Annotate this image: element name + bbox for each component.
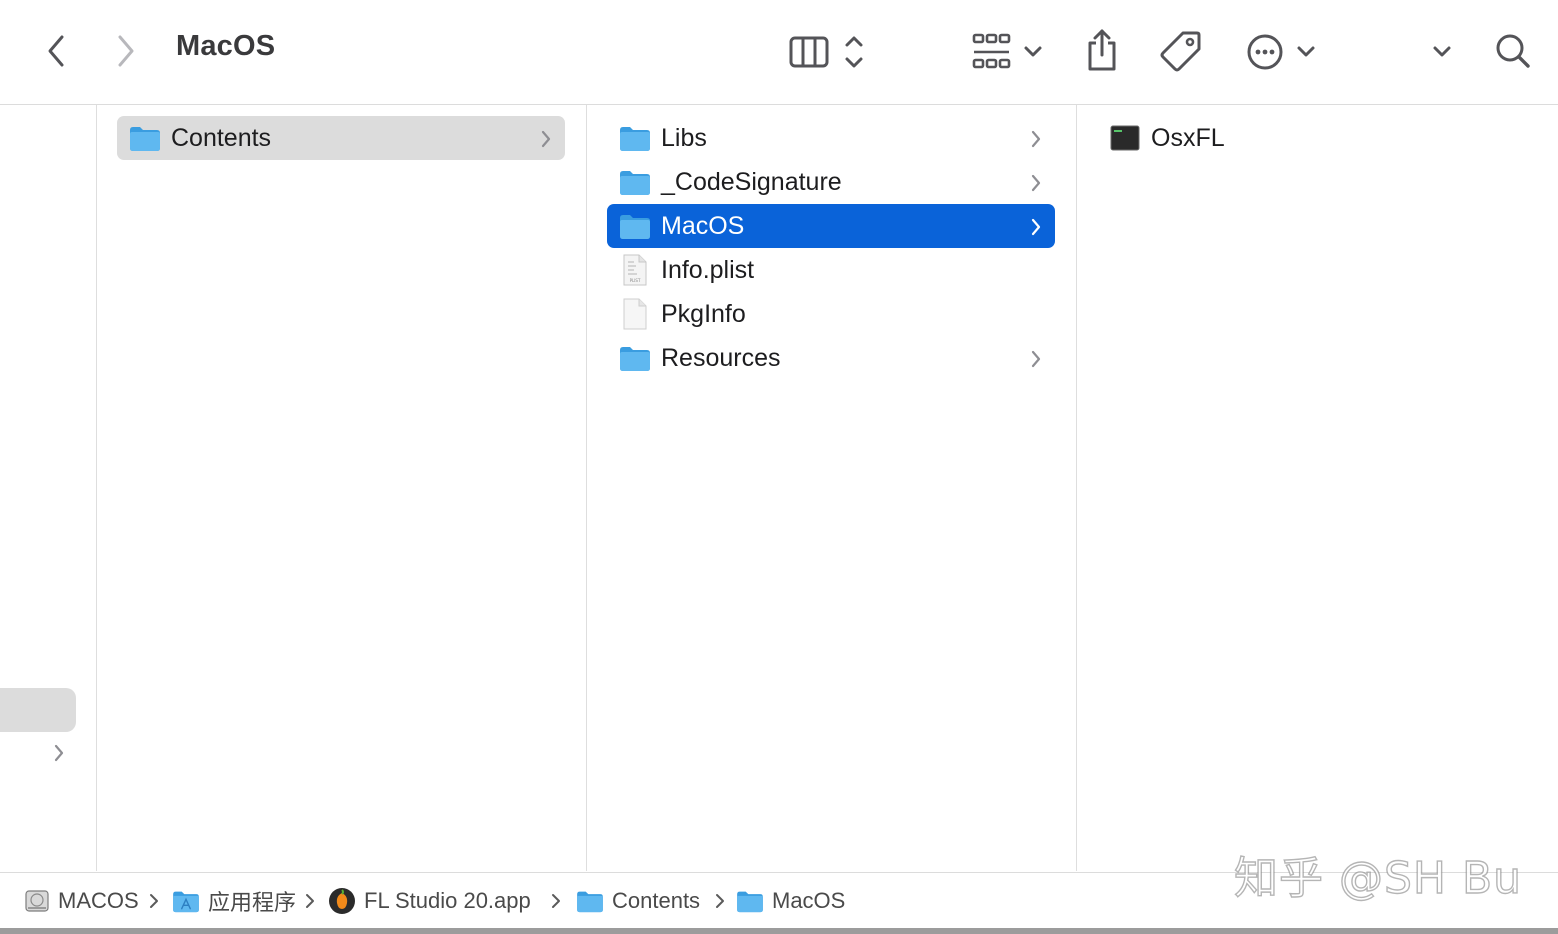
path-separator-icon: [714, 893, 726, 914]
chevron-right-icon: [1031, 350, 1041, 368]
tag-button[interactable]: [1158, 28, 1204, 74]
sidebar: [0, 105, 97, 871]
forward-button[interactable]: [110, 30, 142, 72]
col2-row[interactable]: PkgInfo: [607, 292, 1055, 336]
col2-row[interactable]: MacOS: [607, 204, 1055, 248]
path-item-label: MacOS: [772, 888, 846, 913]
row-label: _CodeSignature: [661, 168, 842, 196]
disclosure-chevron: [1029, 173, 1043, 198]
disclosure-chevron: [539, 129, 553, 154]
search-icon: [1496, 34, 1530, 68]
path-item[interactable]: MACOS: [24, 873, 139, 929]
search-button[interactable]: [1492, 30, 1534, 72]
col2-row[interactable]: _CodeSignature: [607, 160, 1055, 204]
path-item-icon: [172, 889, 200, 913]
path-item-icon: [736, 889, 764, 913]
tag-icon: [1160, 31, 1201, 72]
path-separator-icon: [550, 893, 562, 914]
grid-group-icon: [972, 33, 1042, 69]
watermark: 知乎 @SH Bu: [1233, 852, 1523, 904]
row-label: PkgInfo: [661, 300, 746, 328]
svg-text:PLIST: PLIST: [630, 278, 641, 283]
chevron-left-icon: [48, 35, 64, 67]
chevron-right-icon: [118, 35, 134, 67]
applications-folder-icon: [173, 891, 199, 913]
row-icon: [129, 123, 161, 153]
row-label: Resources: [661, 344, 781, 372]
column-view-icon: [789, 36, 863, 68]
row-label: Info.plist: [661, 256, 755, 284]
chevron-right-icon: [1031, 174, 1041, 192]
chevron-right-icon: [1031, 218, 1041, 236]
chevron-right-icon[interactable]: [52, 743, 66, 763]
row-icon: [619, 343, 651, 373]
col2-row[interactable]: Resources: [607, 336, 1055, 380]
path-item-label: 应用程序: [208, 890, 297, 915]
folder-icon: [620, 215, 650, 239]
row-icon: [619, 123, 651, 153]
folder-icon: [737, 891, 763, 913]
path-item-label: Contents: [612, 888, 701, 913]
toolbar-overflow-button[interactable]: [1426, 36, 1458, 68]
chevron-down-icon: [1433, 46, 1451, 57]
folder-icon: [577, 891, 603, 913]
window-title: MacOS: [176, 30, 276, 62]
col2-row[interactable]: Libs: [607, 116, 1055, 160]
row-label: Contents: [171, 124, 272, 152]
more-actions-button[interactable]: [1244, 30, 1320, 74]
folder-icon: [620, 347, 650, 371]
path-item[interactable]: 应用程序: [172, 873, 296, 929]
path-item[interactable]: FL Studio 20.app: [328, 873, 531, 929]
chevron-right-icon: [1031, 130, 1041, 148]
path-item-label: MACOS: [58, 888, 139, 913]
unix-executable-icon: [1110, 125, 1140, 151]
row-icon: [1109, 123, 1141, 153]
ellipsis-circle-icon: [1247, 34, 1315, 70]
path-separator-icon: [304, 893, 316, 914]
path-item[interactable]: MacOS: [736, 873, 845, 929]
column-3: OsxFL: [1077, 105, 1558, 871]
share-icon: [1088, 29, 1116, 71]
col2-row[interactable]: PLIST Info.plist: [607, 248, 1055, 292]
folder-icon: [620, 171, 650, 195]
disclosure-chevron: [1029, 349, 1043, 374]
view-mode-button[interactable]: [786, 30, 870, 74]
folder-icon: [130, 127, 160, 151]
path-item[interactable]: Contents: [576, 873, 700, 929]
plist-file-icon: PLIST: [623, 254, 647, 286]
col3-row[interactable]: OsxFL: [1097, 116, 1537, 160]
sidebar-selected-item[interactable]: [0, 688, 76, 732]
disclosure-chevron: [1029, 129, 1043, 154]
row-icon: [619, 298, 651, 330]
column-2: Libs _CodeSignature MacOS PLIST Info.pli…: [587, 105, 1077, 871]
back-button[interactable]: [40, 30, 72, 72]
path-item-icon: [328, 887, 356, 915]
disk-icon: [25, 890, 49, 912]
disclosure-chevron: [1029, 217, 1043, 242]
path-item-icon: [576, 889, 604, 913]
row-label: OsxFL: [1151, 124, 1225, 152]
row-label: Libs: [661, 124, 707, 152]
generic-file-icon: [623, 298, 647, 330]
window-bottom-edge: [0, 928, 1558, 934]
row-label: MacOS: [661, 212, 745, 240]
row-icon: PLIST: [619, 254, 651, 286]
group-button[interactable]: [968, 30, 1048, 74]
toolbar: MacOS: [0, 0, 1558, 105]
col1-row[interactable]: Contents: [117, 116, 565, 160]
chevron-right-icon: [541, 130, 551, 148]
path-item-label: FL Studio 20.app: [364, 888, 531, 913]
column-1: Contents: [97, 105, 587, 871]
row-icon: [619, 211, 651, 241]
fl-studio-app-icon: [329, 888, 355, 914]
folder-icon: [620, 127, 650, 151]
row-icon: [619, 167, 651, 197]
share-button[interactable]: [1082, 26, 1122, 74]
path-item-icon: [24, 888, 50, 914]
path-separator-icon: [148, 893, 160, 914]
